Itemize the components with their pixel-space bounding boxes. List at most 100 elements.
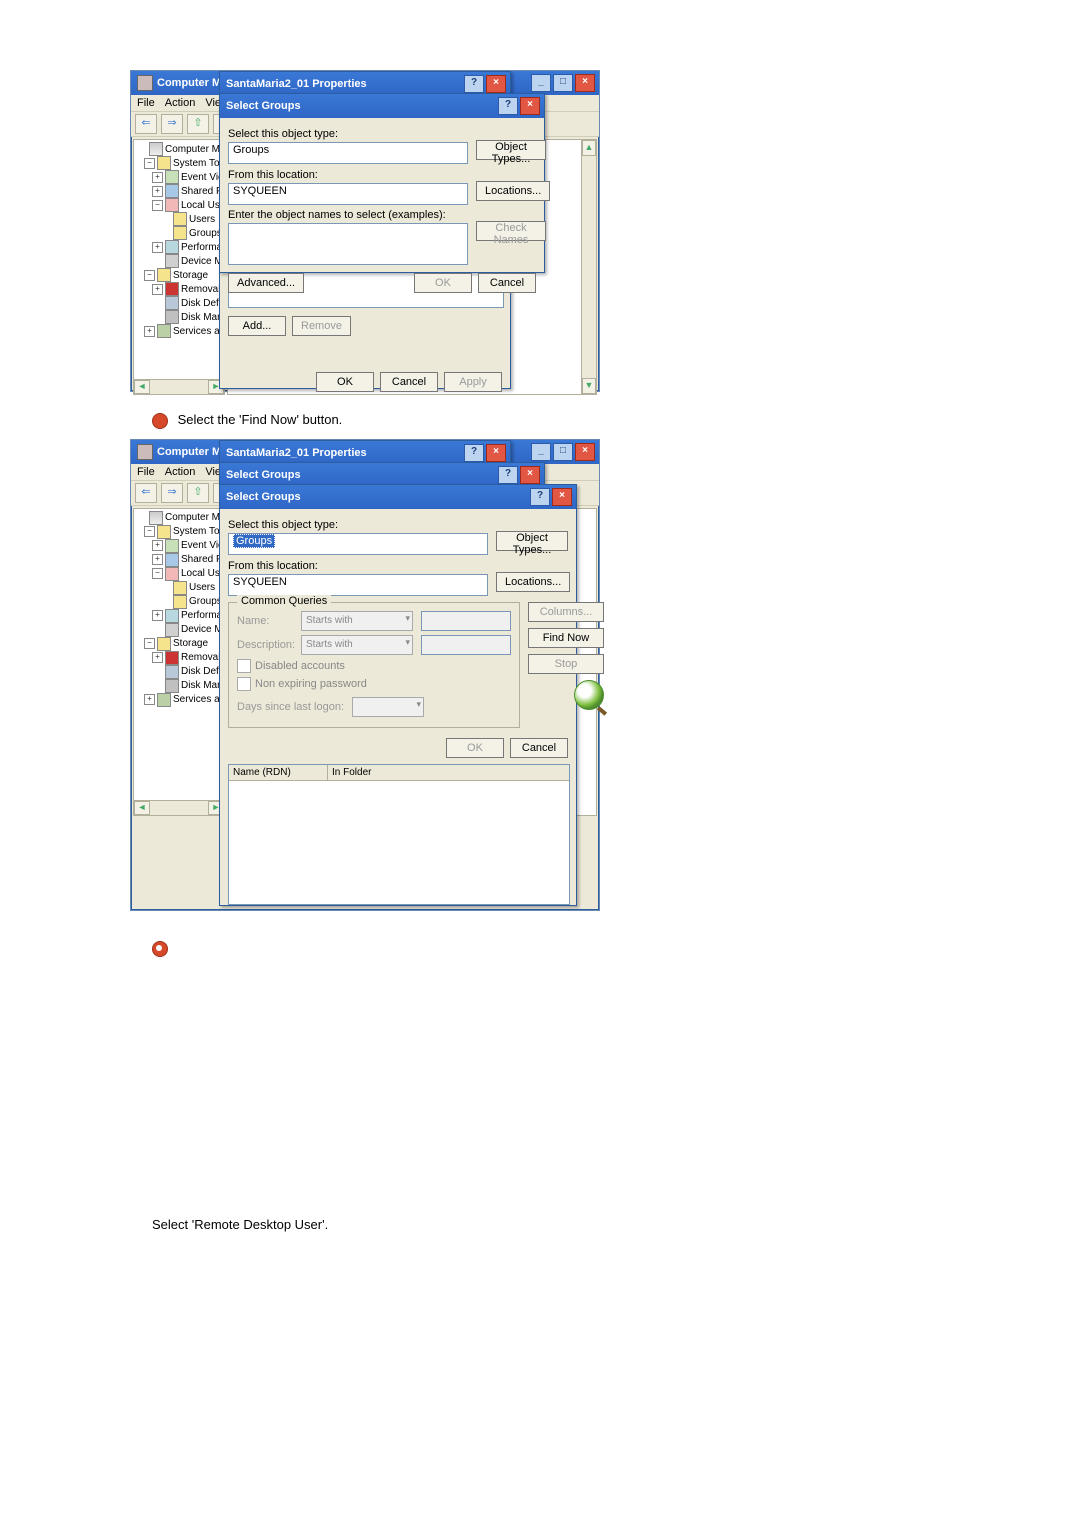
tree-localusers[interactable]: −Local Users <box>136 198 222 212</box>
tree-root[interactable]: Computer Managem <box>136 142 222 156</box>
props-help-icon[interactable]: ? <box>464 444 484 462</box>
tree-root[interactable]: Computer Managem <box>136 511 222 525</box>
adv-object-types-button[interactable]: Object Types... <box>496 531 568 551</box>
storage-icon <box>157 637 171 651</box>
tree-services[interactable]: +Services and A <box>136 324 222 338</box>
select-groups-advanced-dialog: Select Groups ? × Select this object typ… <box>219 484 577 906</box>
selgroups-close-icon[interactable]: × <box>520 466 540 484</box>
tree-performance[interactable]: +Performanc <box>136 609 222 623</box>
mgmt-tree[interactable]: Computer Managem −System Tools +Event Vi… <box>133 139 225 395</box>
tree-system-tools[interactable]: −System Tools <box>136 156 222 170</box>
tree-device[interactable]: Device Man <box>136 254 222 268</box>
props-add-button[interactable]: Add... <box>228 316 286 336</box>
nav-up-icon[interactable]: ⇧ <box>187 483 209 503</box>
scroll-left-icon[interactable]: ◄ <box>134 380 150 394</box>
tree-groups[interactable]: Groups <box>136 595 222 609</box>
tree-event[interactable]: +Event View <box>136 539 222 553</box>
mgmt-window-icon <box>137 444 153 460</box>
props-close-icon[interactable]: × <box>486 444 506 462</box>
mgmt-tree-2[interactable]: Computer Managem −System Tools +Event Vi… <box>133 508 225 816</box>
props-help-icon[interactable]: ? <box>464 75 484 93</box>
tree-localusers[interactable]: −Local Users <box>136 567 222 581</box>
search-animation-icon <box>574 680 604 710</box>
find-now-button[interactable]: Find Now <box>528 628 604 648</box>
props-close-icon[interactable]: × <box>486 75 506 93</box>
results-col-name[interactable]: Name (RDN) <box>229 765 328 780</box>
maximize-button[interactable]: □ <box>553 74 573 92</box>
menu-action[interactable]: Action <box>165 97 196 109</box>
check-names-button: Check Names <box>476 221 546 241</box>
nav-forward-icon[interactable]: ⇒ <box>161 114 183 134</box>
tree-diskmgr[interactable]: Disk Manag <box>136 679 222 693</box>
device-icon <box>165 254 179 268</box>
mgmt-close-icon[interactable]: × <box>575 74 595 92</box>
tree-event[interactable]: +Event View <box>136 170 222 184</box>
maximize-button[interactable]: □ <box>553 443 573 461</box>
adv-chk-nonexpire: Non expiring password <box>237 677 511 691</box>
nav-back-icon[interactable]: ⇐ <box>135 114 157 134</box>
results-list[interactable]: Name (RDN) In Folder <box>228 764 570 905</box>
props-cancel-button[interactable]: Cancel <box>380 372 438 392</box>
adv-label-objtype: Select this object type: <box>228 519 488 531</box>
adv-desc-mode: Starts with <box>301 635 413 655</box>
tree-hscrollbar[interactable]: ◄ ► <box>134 379 224 394</box>
computer-icon <box>149 511 163 525</box>
tree-hscrollbar[interactable]: ◄ ► <box>134 800 224 815</box>
adv-label-days: Days since last logon: <box>237 701 344 713</box>
selgroups-close-icon[interactable]: × <box>520 97 540 115</box>
scroll-up-icon[interactable]: ▲ <box>582 140 596 156</box>
event-icon <box>165 539 179 553</box>
tree-removable[interactable]: +Removable <box>136 651 222 665</box>
selgroups-help-icon[interactable]: ? <box>498 466 518 484</box>
selgroups-cancel-button[interactable]: Cancel <box>478 273 536 293</box>
computer-icon <box>149 142 163 156</box>
tree-diskmgr[interactable]: Disk Manag <box>136 310 222 324</box>
scroll-left-icon[interactable]: ◄ <box>134 801 150 815</box>
selgroups-ok-button: OK <box>414 273 472 293</box>
tree-performance[interactable]: +Performanc <box>136 240 222 254</box>
selgroups-titlebar: Select Groups ? × <box>220 94 544 118</box>
minimize-button[interactable]: _ <box>531 74 551 92</box>
selgroups-adv-close-icon[interactable]: × <box>552 488 572 506</box>
event-icon <box>165 170 179 184</box>
tree-storage[interactable]: −Storage <box>136 637 222 651</box>
selgroups-adv-help-icon[interactable]: ? <box>530 488 550 506</box>
mgmt-close-icon[interactable]: × <box>575 443 595 461</box>
results-col-folder[interactable]: In Folder <box>328 765 569 780</box>
adv-locations-button[interactable]: Locations... <box>496 572 570 592</box>
rightpane-vscrollbar[interactable]: ▲ ▼ <box>581 140 596 394</box>
nav-up-icon[interactable]: ⇧ <box>187 114 209 134</box>
tree-users[interactable]: Users <box>136 212 222 226</box>
tree-shared[interactable]: +Shared Fol <box>136 184 222 198</box>
tools-icon <box>157 525 171 539</box>
menu-file[interactable]: File <box>137 97 155 109</box>
tree-defrag[interactable]: Disk Defrag <box>136 665 222 679</box>
selgroups-help-icon[interactable]: ? <box>498 97 518 115</box>
adv-label-name: Name: <box>237 615 293 627</box>
tree-device[interactable]: Device Man <box>136 623 222 637</box>
props-ok-button[interactable]: OK <box>316 372 374 392</box>
adv-cancel-button[interactable]: Cancel <box>510 738 568 758</box>
adv-objtype-value: Groups <box>233 534 275 548</box>
tree-services[interactable]: +Services and A <box>136 693 222 707</box>
advanced-button[interactable]: Advanced... <box>228 273 304 293</box>
step-9: Select the 'Find Now' button. <box>152 412 950 429</box>
adv-days-combo <box>352 697 424 717</box>
locations-button[interactable]: Locations... <box>476 181 550 201</box>
tree-storage[interactable]: −Storage <box>136 268 222 282</box>
menu-action[interactable]: Action <box>165 466 196 478</box>
nav-back-icon[interactable]: ⇐ <box>135 483 157 503</box>
nav-forward-icon[interactable]: ⇒ <box>161 483 183 503</box>
object-names-input[interactable] <box>228 223 468 265</box>
tree-removable[interactable]: +Removable <box>136 282 222 296</box>
mgmt-window-icon <box>137 75 153 91</box>
menu-file[interactable]: File <box>137 466 155 478</box>
tree-system-tools[interactable]: −System Tools <box>136 525 222 539</box>
tree-shared[interactable]: +Shared Fol <box>136 553 222 567</box>
tree-defrag[interactable]: Disk Defrag <box>136 296 222 310</box>
minimize-button[interactable]: _ <box>531 443 551 461</box>
tree-users[interactable]: Users <box>136 581 222 595</box>
tree-groups[interactable]: Groups <box>136 226 222 240</box>
scroll-down-icon[interactable]: ▼ <box>582 378 596 394</box>
object-types-button[interactable]: Object Types... <box>476 140 546 160</box>
